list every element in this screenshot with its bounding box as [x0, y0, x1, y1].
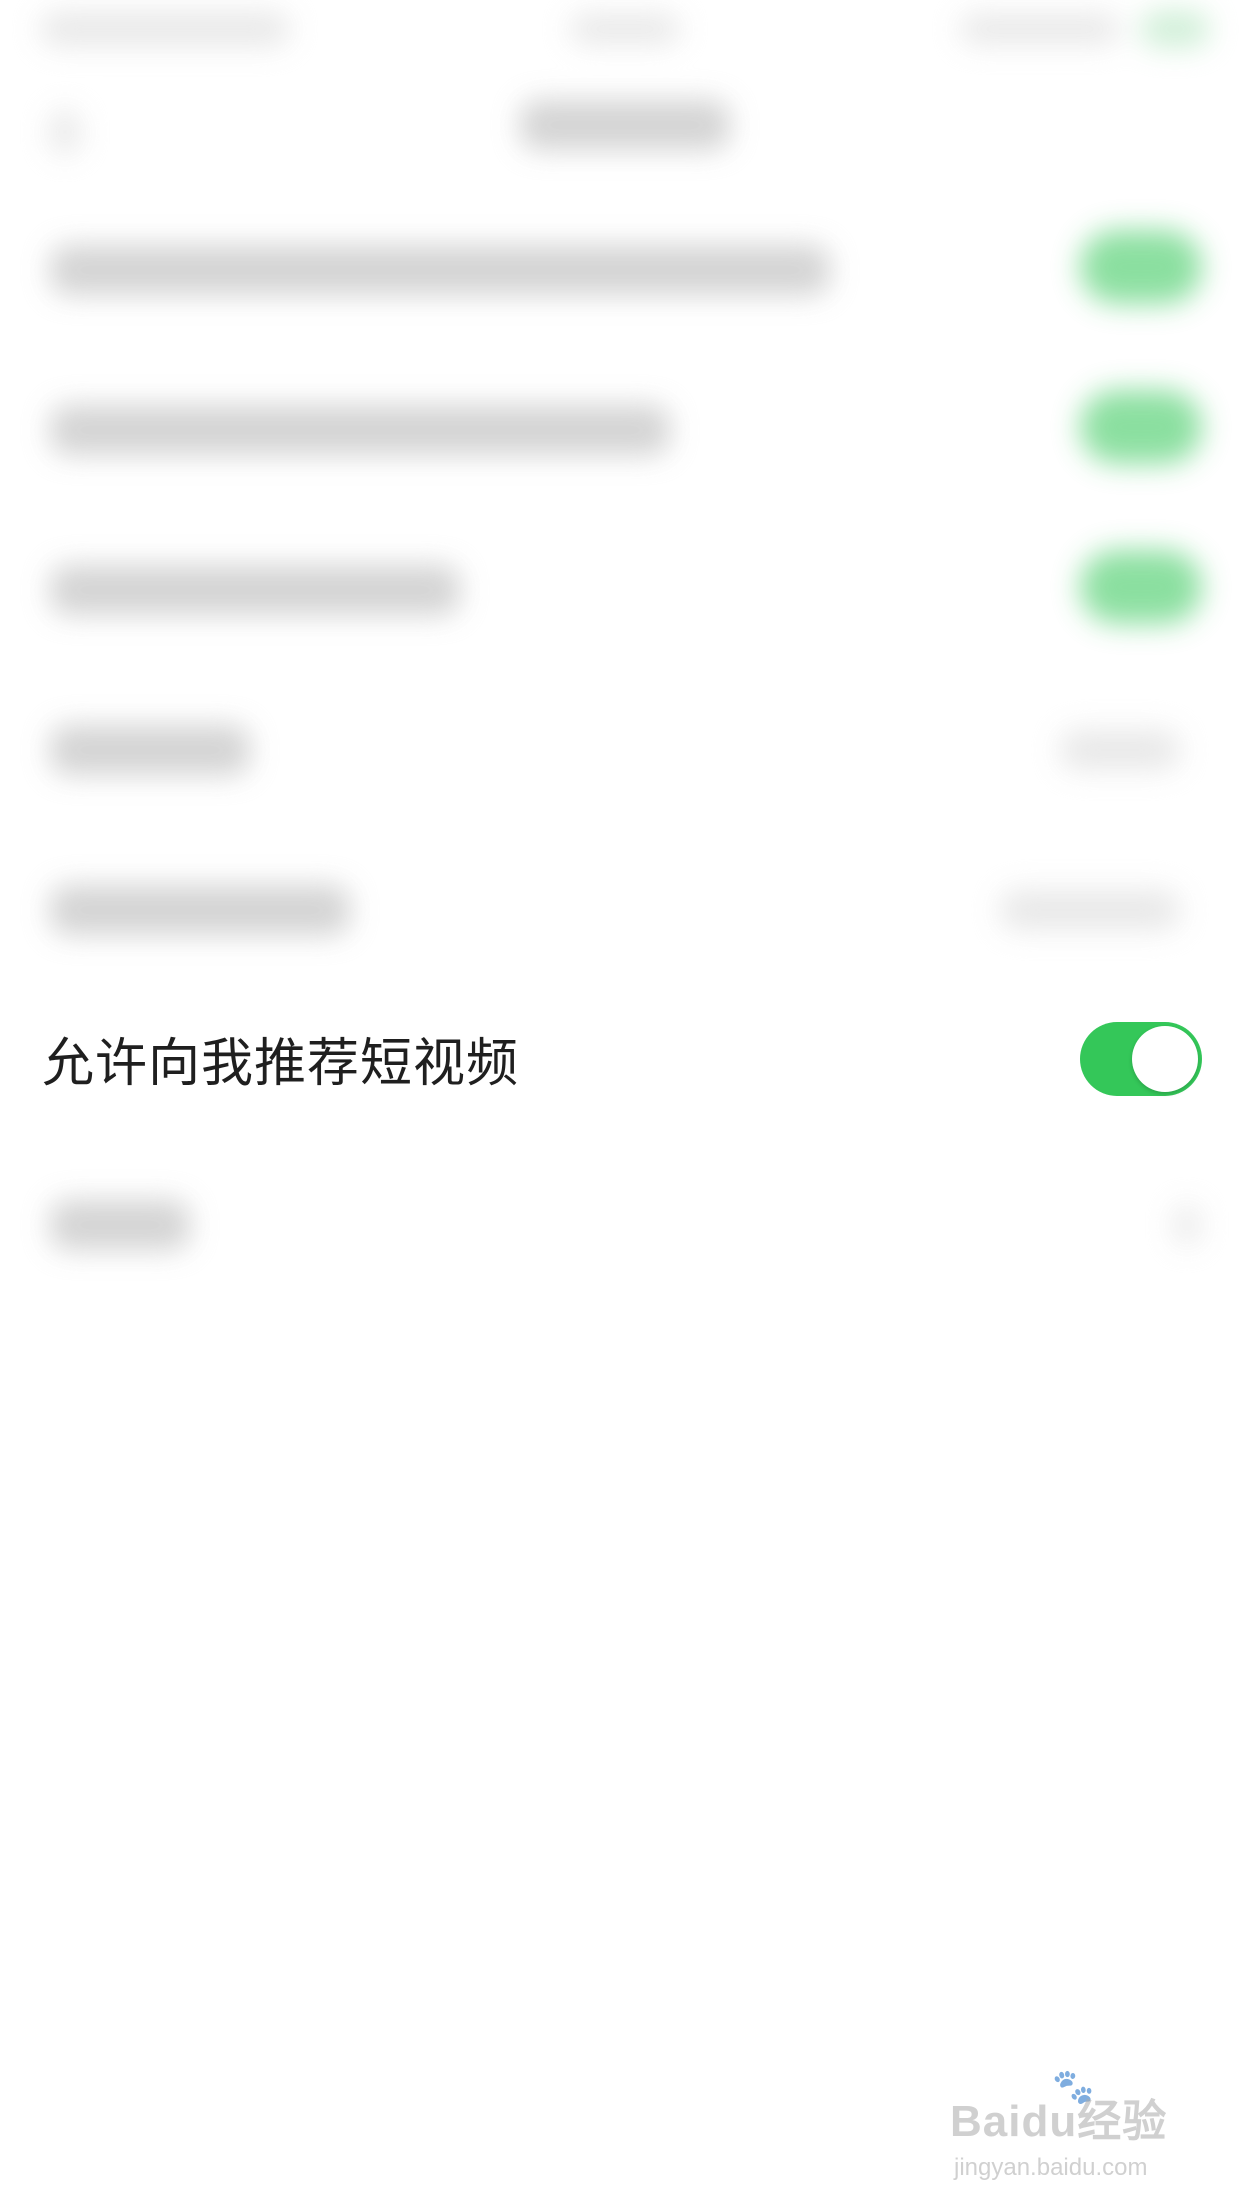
toggle-knob [1132, 1026, 1198, 1092]
row-1-toggle [1080, 230, 1202, 304]
row-5-value [1000, 890, 1180, 930]
row-7-chevron-icon [1175, 1205, 1199, 1245]
nav-title [520, 100, 730, 150]
recommend-short-video-toggle[interactable] [1080, 1022, 1202, 1096]
row-1-label [50, 245, 830, 295]
baidu-jingyan-watermark: 🐾 Baidu经验 jingyan.baidu.com [950, 2070, 1190, 2190]
row-4-value [1060, 730, 1180, 770]
status-bar-battery-level [1140, 10, 1210, 48]
row-5-label [50, 885, 350, 935]
watermark-brand: Baidu经验 [950, 2097, 1168, 2146]
row-3-toggle [1080, 550, 1202, 624]
row-4-label [50, 725, 250, 775]
recommend-short-video-row[interactable]: 允许向我推荐短视频 [0, 1000, 1242, 1126]
blurred-background [0, 0, 1242, 1400]
status-bar-battery [960, 14, 1120, 44]
nav-back-icon [50, 110, 80, 154]
watermark-url: jingyan.baidu.com [954, 2154, 1148, 2181]
row-2-label [50, 405, 670, 455]
settings-screen: 允许向我推荐短视频 🐾 Baidu经验 jingyan.baidu.com [0, 0, 1242, 2208]
row-3-label [50, 565, 460, 615]
status-bar-time [570, 14, 680, 44]
row-7-label [50, 1200, 190, 1250]
recommend-short-video-label: 允许向我推荐短视频 [42, 1034, 520, 1094]
status-bar-carrier [40, 12, 290, 46]
row-2-toggle [1080, 390, 1202, 464]
